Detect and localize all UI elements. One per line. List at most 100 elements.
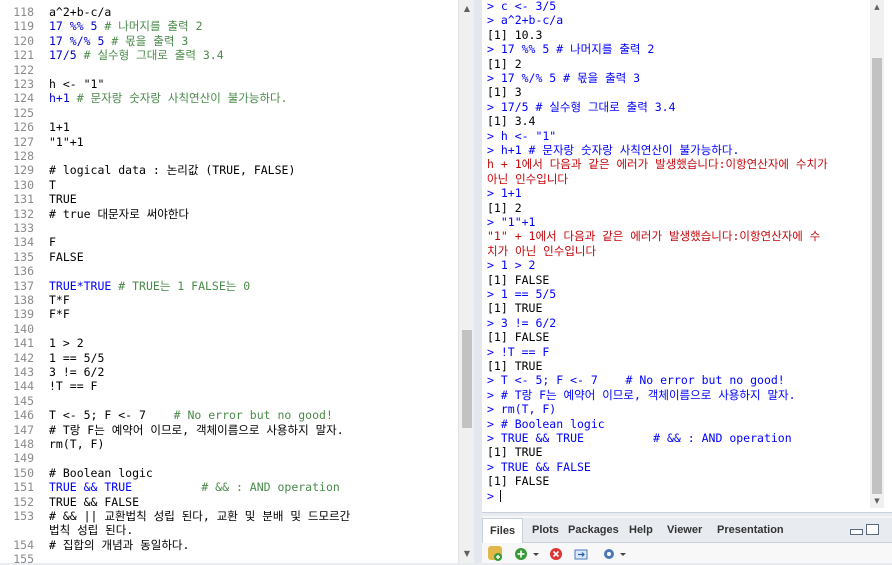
console-scrollbar[interactable]: ▲ ▼ (870, 0, 884, 508)
console-line: > !T == F (487, 345, 549, 359)
code-text: T <- 5; F <- 7 # No error but no good! (49, 408, 333, 423)
scroll-down-icon[interactable]: ▼ (870, 495, 884, 507)
code-text: # Boolean logic (49, 465, 153, 480)
console-text: > a^2+b-c/a (487, 13, 564, 28)
console-text: 치가 아닌 인수입니다 (487, 243, 597, 258)
tab-packages[interactable]: Packages (561, 518, 626, 542)
console-line: [1] 2 (487, 57, 522, 71)
console-text: > h+1 # 문자랑 숫자랑 사칙연산이 불가능하다. (487, 143, 740, 157)
files-pane-tabs: Files Plots Packages Help Viewer Present… (482, 518, 892, 544)
scroll-down-icon[interactable]: ▼ (459, 547, 474, 561)
delete-icon[interactable] (549, 546, 563, 560)
code-text: h <- "1" (49, 77, 105, 91)
console-line: > h+1 # 문자랑 숫자랑 사칙연산이 불가능하다. (487, 143, 739, 157)
line-number: 147 (13, 422, 34, 437)
line-number: 138 (13, 293, 34, 307)
code-text: # logical data : 논리값 (TRUE, FALSE) (49, 163, 296, 178)
line-number: 145 (13, 393, 34, 408)
console-text: 아닌 인수입니다 (487, 171, 568, 186)
console-line: > 17 %% 5 # 나머지를 출력 2 (487, 42, 654, 56)
line-number: 135 (13, 249, 34, 264)
dropdown-icon[interactable] (532, 546, 546, 560)
line-number: 118 (13, 5, 34, 19)
console-line: [1] TRUE (487, 301, 542, 315)
tab-viewer[interactable]: Viewer (660, 518, 709, 542)
console-text: > h <- "1" (487, 128, 557, 143)
console-line: > 17 %/% 5 # 몫을 출력 3 (487, 71, 640, 85)
console-text: > 1 == 5/5 (487, 287, 557, 301)
maximize-icon[interactable] (866, 524, 879, 535)
console-line: > "1"+1 (487, 215, 535, 229)
console-line: 아닌 인수입니다 (487, 172, 568, 186)
console-line: > 17/5 # 실수형 그대로 출력 3.4 (487, 100, 676, 114)
line-number: 126 (13, 120, 34, 135)
code-text: # && || 교환법칙 성립 된다, 교환 및 분배 및 드모르간 (49, 509, 351, 523)
text-cursor (499, 490, 501, 503)
source-editor[interactable]: 118 a^2+b-c/a 119 17 %% 5 # 나머지를 출력 2 120 17 … (0, 0, 474, 563)
console-line: > # Boolean logic (487, 417, 605, 431)
line-number: 146 (13, 408, 34, 423)
code-text: T (49, 177, 56, 192)
line-number: 141 (13, 336, 34, 351)
console-text: > !T == F (487, 344, 550, 359)
console-text: > (487, 488, 494, 503)
console-text: > T <- 5; F <- 7 # No error but no good! (487, 373, 785, 388)
console-text: "1" + 1에서 다음과 같은 에러가 발생했습니다:이항연산자에 수 (487, 229, 821, 244)
console-scroll-thumb[interactable] (872, 58, 882, 494)
new-folder-icon[interactable] (488, 546, 502, 561)
line-number: 151 (13, 480, 34, 495)
code-text: TRUE (49, 192, 77, 207)
code-text: 3 != 6/2 (49, 365, 105, 379)
console-pane[interactable]: > c <- 3/5 > a^2+b-c/a [1] 10.3 > 17 %% 5 #… (482, 0, 892, 513)
tab-plots[interactable]: Plots (525, 518, 566, 542)
console-line: > rm(T, F) (487, 402, 556, 416)
console-line: [1] 2 (487, 201, 522, 215)
editor-scroll-thumb[interactable] (462, 330, 472, 428)
console-prompt[interactable]: > (487, 489, 501, 503)
console-line: > TRUE && FALSE (487, 460, 591, 474)
gear-icon[interactable] (602, 546, 616, 560)
code-text: # T랑 F는 예약어 이므로, 객체이름으로 사용하지 말자. (49, 422, 344, 437)
line-number: 144 (13, 379, 34, 394)
scroll-up-icon[interactable]: ▲ (459, 2, 474, 16)
code-text: T*F (49, 293, 70, 307)
pane-splitter[interactable] (474, 0, 482, 563)
console-line: > 1 > 2 (487, 258, 535, 272)
console-text: > 17/5 # 실수형 그대로 출력 3.4 (487, 99, 676, 114)
console-line: [1] 10.3 (487, 28, 542, 42)
dropdown-icon[interactable] (619, 546, 633, 560)
files-pane: Files Plots Packages Help Viewer Present… (482, 516, 892, 563)
minimize-icon[interactable] (850, 529, 863, 535)
console-line: [1] TRUE (487, 359, 542, 373)
console-text: [1] FALSE (487, 330, 550, 345)
console-text: > c <- 3/5 (487, 0, 557, 13)
tab-presentation[interactable]: Presentation (710, 518, 791, 542)
console-text: [1] 3.4 (487, 114, 536, 129)
code-text: TRUE*TRUE # TRUE는 1 FALSE는 0 (49, 278, 251, 293)
console-line: [1] FALSE (487, 330, 549, 344)
console-text: > "1"+1 (487, 215, 536, 229)
line-number: 132 (13, 206, 34, 221)
console-text: [1] 2 (487, 56, 522, 71)
code-text: # 집합의 개념과 동일하다. (49, 537, 190, 552)
code-text: TRUE && TRUE # && : AND operation (49, 480, 340, 495)
scroll-up-icon[interactable]: ▲ (870, 1, 884, 13)
line-number: 140 (13, 321, 34, 336)
code-text: FALSE (49, 249, 84, 264)
code-text: 1 > 2 (49, 336, 84, 351)
tab-files[interactable]: Files (482, 518, 524, 544)
line-number: 122 (13, 62, 34, 77)
console-text: > TRUE && TRUE # && : AND operation (487, 431, 792, 445)
editor-scrollbar[interactable]: ▲ ▼ (458, 0, 474, 563)
code-text: 17/5 # 실수형 그대로 출력 3.4 (49, 48, 224, 63)
console-line: [1] 3 (487, 85, 522, 99)
console-text: [1] TRUE (487, 359, 543, 373)
line-number: 131 (13, 192, 34, 207)
tab-help[interactable]: Help (622, 518, 660, 542)
add-icon[interactable] (514, 546, 528, 560)
line-number: 121 (13, 48, 34, 63)
code-text: "1"+1 (49, 134, 84, 149)
code-text: # true 대문자로 써야한다 (49, 206, 190, 221)
rename-icon[interactable] (574, 546, 588, 560)
line-number: 149 (13, 451, 34, 466)
